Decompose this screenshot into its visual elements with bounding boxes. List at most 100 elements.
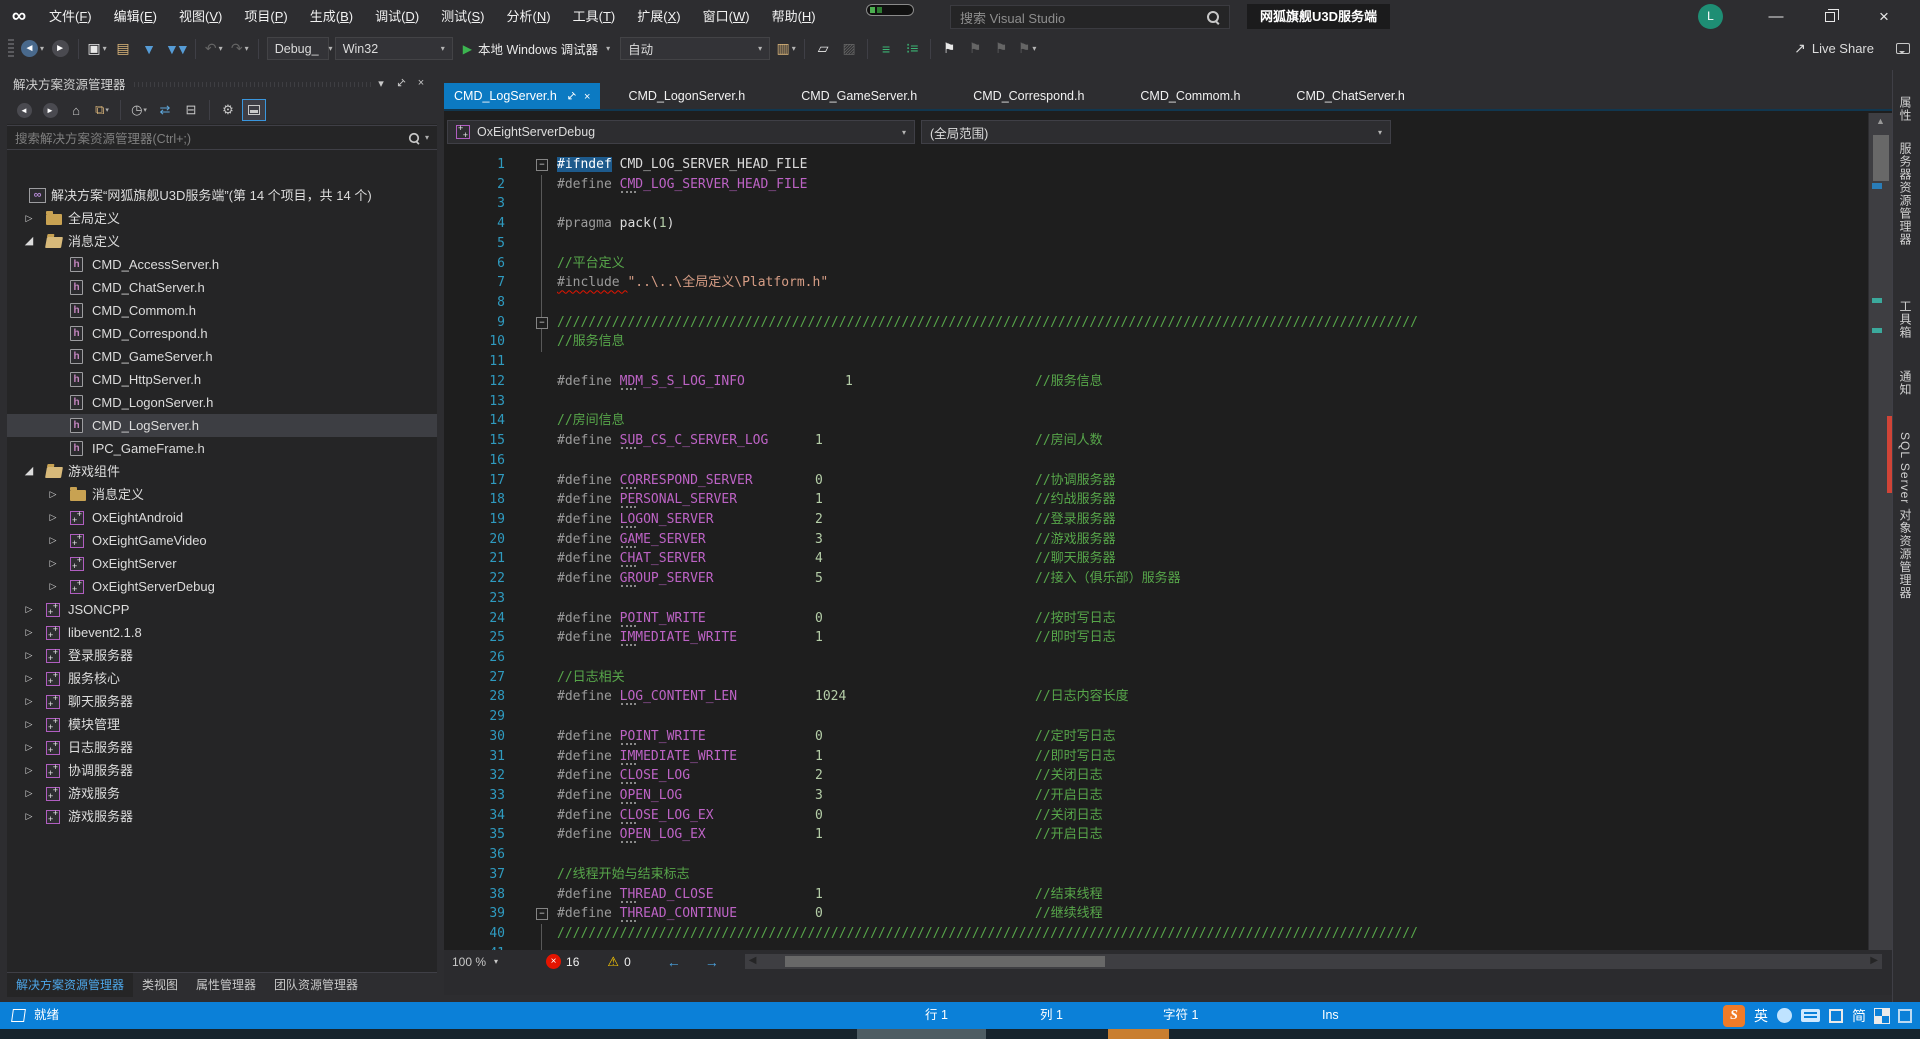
close-button[interactable]: × [1861,0,1907,33]
menu-item-编辑E[interactable]: 编辑(E) [103,0,168,33]
pin-icon[interactable]: ↧ [558,85,583,110]
menu-item-扩展X[interactable]: 扩展(X) [626,0,691,33]
tree-item-服务核心[interactable]: ▷服务核心 [7,667,437,690]
tree-item-OxEightGameVideo[interactable]: ▷OxEightGameVideo [7,529,437,552]
bottom-tab-类视图[interactable]: 类视图 [133,973,187,997]
pin-icon[interactable]: ↧ [391,77,411,90]
document-tab-CMD_LogonServer.h[interactable]: CMD_LogonServer.h [600,83,773,109]
menu-item-视图V[interactable]: 视图(V) [168,0,233,33]
right-tab-SQL Server 对象资源管理器[interactable]: SQL Server 对象资源管理器 [1897,432,1914,600]
status-character[interactable]: 字符 1 [1163,1002,1198,1029]
expand-arrow-icon[interactable]: ▷ [22,207,36,230]
horizontal-scrollbar-thumb[interactable] [785,956,1105,967]
menu-item-分析N[interactable]: 分析(N) [496,0,562,33]
tree-item-CMD_Commom.h[interactable]: hCMD_Commom.h [7,299,437,322]
tree-item-CMD_Correspond.h[interactable]: hCMD_Correspond.h [7,322,437,345]
account-avatar[interactable]: L [1698,4,1723,29]
solution-search-input[interactable]: 搜索解决方案资源管理器(Ctrl+;) ▾ [7,125,437,150]
menu-item-调试D[interactable]: 调试(D) [364,0,430,33]
navigate-back-button[interactable]: ◄▾ [19,37,46,61]
menu-item-帮助H[interactable]: 帮助(H) [761,0,827,33]
expand-arrow-icon[interactable]: ▷ [46,483,60,506]
tree-item-游戏服务[interactable]: ▷游戏服务 [7,782,437,805]
tree-item-OxEightServer[interactable]: ▷OxEightServer [7,552,437,575]
tree-item-聊天服务器[interactable]: ▷聊天服务器 [7,690,437,713]
collapse-arrow-icon[interactable]: ◢ [22,230,36,253]
fold-collapse-icon[interactable]: − [536,317,548,329]
increase-indent-button[interactable]: ⁝≡ [900,37,924,61]
status-insert-mode[interactable]: Ins [1322,1002,1339,1029]
expand-arrow-icon[interactable]: ▷ [22,736,36,759]
document-tab-CMD_LogServer.h[interactable]: CMD_LogServer.h↧× [444,83,600,109]
save-button[interactable]: ▼ [137,37,161,61]
error-count[interactable]: 16 [566,955,579,969]
decrease-indent-button[interactable]: ≡ [874,37,898,61]
ime-fullscreen-icon[interactable] [1898,1009,1912,1023]
status-column[interactable]: 列 1 [1040,1002,1063,1029]
expand-arrow-icon[interactable]: ▷ [22,713,36,736]
ime-keyboard-icon[interactable] [1801,1009,1820,1022]
ime-simplified-toggle[interactable]: 简 [1852,1006,1866,1026]
status-line[interactable]: 行 1 [925,1002,948,1029]
solution-configuration-select[interactable]: Debug_▾ [267,37,329,60]
tree-item-OxEightAndroid[interactable]: ▷OxEightAndroid [7,506,437,529]
clear-bookmarks-button[interactable]: ⚑▾ [1015,37,1039,61]
preview-selected-items-button[interactable] [242,99,266,121]
toggle-bookmark-button[interactable]: ⚑ [937,37,961,61]
expand-arrow-icon[interactable]: ▷ [22,759,36,782]
start-debugging-button[interactable]: ▶ 本地 Windows 调试器▾ [456,37,617,61]
tree-item-IPC_GameFrame.h[interactable]: hIPC_GameFrame.h [7,437,437,460]
tree-item-CMD_GameServer.h[interactable]: hCMD_GameServer.h [7,345,437,368]
open-file-button[interactable]: ▤ [111,37,135,61]
menu-item-工具T[interactable]: 工具(T) [562,0,627,33]
selection-mode-button[interactable]: ▱ [811,37,835,61]
solution-platform-select[interactable]: Win32▾ [335,37,453,60]
scroll-right-icon[interactable]: ▶ [1870,955,1878,966]
tree-item-游戏服务器[interactable]: ▷游戏服务器 [7,805,437,828]
undo-button[interactable]: ↶▾ [202,37,226,61]
navigate-forward-icon[interactable]: → [705,954,719,970]
expand-arrow-icon[interactable]: ▷ [46,529,60,552]
tree-item-模块管理[interactable]: ▷模块管理 [7,713,437,736]
switch-views-button[interactable]: ⧉▾ [90,99,114,121]
collapse-all-button[interactable]: ⊟ [179,99,203,121]
tree-item-CMD_ChatServer.h[interactable]: hCMD_ChatServer.h [7,276,437,299]
horizontal-scrollbar[interactable]: ◀ ▶ [745,954,1882,969]
menu-item-窗口W[interactable]: 窗口(W) [692,0,761,33]
next-bookmark-button[interactable]: ⚑ [989,37,1013,61]
tree-item-CMD_AccessServer.h[interactable]: hCMD_AccessServer.h [7,253,437,276]
window-position-menu-icon[interactable]: ▾ [371,77,391,90]
document-tab-CMD_ChatServer.h[interactable]: CMD_ChatServer.h [1268,83,1432,109]
scroll-up-icon[interactable]: ▲ [1869,113,1892,126]
navigate-forward-button[interactable]: ► [48,37,72,61]
tree-item-登录服务器[interactable]: ▷登录服务器 [7,644,437,667]
tree-item-解决方案“网狐旗舰U3D服务端”(第 14 个项目，共 14 个)[interactable]: ∞解决方案“网狐旗舰U3D服务端”(第 14 个项目，共 14 个) [7,184,437,207]
expand-arrow-icon[interactable]: ▷ [22,805,36,828]
previous-bookmark-button[interactable]: ⚑ [963,37,987,61]
navigate-backward-icon[interactable]: ← [667,954,681,970]
expand-arrow-icon[interactable]: ▷ [22,782,36,805]
expand-arrow-icon[interactable]: ▷ [22,621,36,644]
tree-item-JSONCPP[interactable]: ▷JSONCPP [7,598,437,621]
tree-item-libevent2.1.8[interactable]: ▷libevent2.1.8 [7,621,437,644]
menu-item-文件F[interactable]: 文件(F) [38,0,103,33]
expand-arrow-icon[interactable]: ▷ [46,552,60,575]
scroll-left-icon[interactable]: ◀ [749,955,757,966]
menu-item-项目P[interactable]: 项目(P) [233,0,298,33]
expand-arrow-icon[interactable]: ▷ [46,506,60,529]
close-panel-icon[interactable]: × [411,77,431,89]
live-share-button[interactable]: Live Share [1812,41,1874,56]
toolbar-drag-handle[interactable] [8,39,14,59]
auto-select[interactable]: 自动▾ [620,37,770,60]
bottom-tab-解决方案资源管理器[interactable]: 解决方案资源管理器 [7,973,133,997]
minimize-button[interactable]: — [1753,0,1799,33]
bottom-tab-团队资源管理器[interactable]: 团队资源管理器 [265,973,367,997]
home-button[interactable]: ⌂ [64,99,88,121]
warning-count[interactable]: 0 [624,955,631,969]
new-project-button[interactable]: ▣▾ [85,37,109,61]
close-tab-icon[interactable]: × [584,91,590,103]
vertical-scrollbar[interactable]: ▲ ▼ [1868,113,1892,973]
right-tab-工具箱[interactable]: 工具箱 [1897,300,1914,339]
tree-item-消息定义[interactable]: ◢消息定义 [7,230,437,253]
tree-item-全局定义[interactable]: ▷全局定义 [7,207,437,230]
